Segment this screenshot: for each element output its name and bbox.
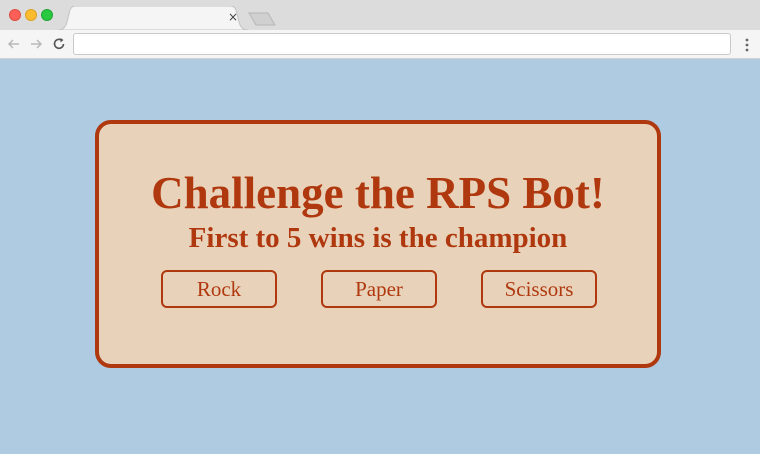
scissors-button[interactable]: Scissors [481,270,597,308]
browser-titlebar: × [0,0,760,30]
browser-tab[interactable]: × [58,6,248,30]
arrow-right-icon[interactable] [28,36,44,52]
window-maximize-button[interactable] [41,9,53,21]
browser-toolbar [0,30,760,59]
window-close-button[interactable] [9,9,21,21]
choice-buttons: Rock Paper Scissors [161,270,599,308]
new-tab-button[interactable] [248,12,276,26]
page-subtitle: First to 5 wins is the champion [188,222,568,254]
rock-button[interactable]: Rock [161,270,277,308]
game-card: Challenge the RPS Bot! First to 5 wins i… [95,120,661,368]
paper-button[interactable]: Paper [321,270,437,308]
page-title: Challenge the RPS Bot! [151,168,605,218]
tab-close-icon[interactable]: × [228,10,238,24]
reload-icon[interactable] [51,36,67,52]
window-minimize-button[interactable] [25,9,37,21]
tab-shape [58,6,248,30]
more-vertical-icon[interactable] [740,37,754,53]
arrow-left-icon[interactable] [6,36,22,52]
page-content: Challenge the RPS Bot! First to 5 wins i… [0,60,760,454]
address-bar[interactable] [73,33,731,55]
